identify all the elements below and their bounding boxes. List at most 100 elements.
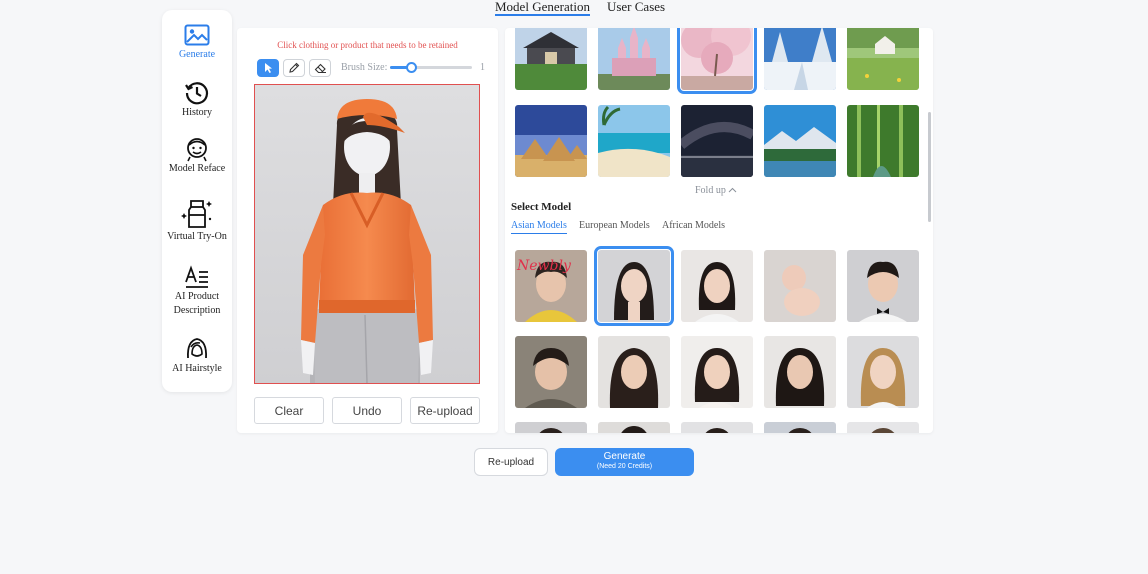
model-portrait: Newbly (515, 250, 587, 322)
meadow-house-scene-thumbnail (847, 28, 919, 90)
retain-hint: Click clothing or product that needs to … (277, 40, 458, 50)
undo-button[interactable]: Undo (332, 397, 402, 424)
background-option-bamboo-forest[interactable] (847, 105, 919, 177)
hair-icon (187, 338, 207, 359)
sidebar-item-label: Generate (178, 49, 216, 60)
model-portrait (847, 250, 919, 322)
panel-scrollbar[interactable] (928, 112, 931, 222)
castle-scene-thumbnail (515, 28, 587, 90)
model-portrait (764, 336, 836, 408)
fold-up-toggle[interactable]: Fold up (695, 185, 737, 196)
garment-canvas[interactable] (254, 84, 480, 384)
bottom-reupload-button[interactable]: Re-upload (474, 448, 548, 476)
sidebar-item-ai-hairstyle[interactable]: AI Hairstyle (162, 336, 232, 376)
sidebar-item-virtual-try-on[interactable]: Virtual Try-On (162, 198, 232, 244)
model-option[interactable] (681, 422, 753, 433)
chevron-up-icon (728, 187, 737, 193)
model-option[interactable] (847, 250, 919, 322)
bamboo-forest-scene-thumbnail (847, 105, 919, 177)
model-option[interactable] (764, 422, 836, 433)
clear-button[interactable]: Clear (254, 397, 324, 424)
background-option-pink-castle[interactable] (598, 28, 670, 90)
tab-african-models[interactable]: African Models (662, 220, 725, 233)
generate-button[interactable]: Generate (Need 20 Credits) (555, 448, 694, 476)
slider-handle[interactable] (405, 62, 417, 73)
brush-size-label: Brush Size: (341, 62, 388, 73)
model-option[interactable] (598, 336, 670, 408)
model-portrait (847, 336, 919, 408)
model-option[interactable]: Newbly (515, 250, 587, 322)
eraser-tool-button[interactable] (309, 59, 331, 77)
background-option-mountain-lake[interactable] (764, 105, 836, 177)
mountain-lake-scene-thumbnail (764, 105, 836, 177)
cherry-blossom-scene-thumbnail (681, 28, 753, 90)
sidebar: Generate History Model Reface Virtual Tr… (162, 10, 232, 392)
model-portrait (598, 422, 670, 433)
brush-size-value: 1 (480, 62, 485, 73)
sidebar-item-label: History (182, 107, 212, 118)
sidebar-item-ai-product-description[interactable]: AI Product Description (162, 264, 232, 318)
sidebar-item-label: AI Product Description (173, 291, 221, 316)
cursor-icon (265, 63, 272, 73)
reupload-button[interactable]: Re-upload (410, 397, 480, 424)
text-icon (185, 265, 208, 288)
model-portrait (598, 336, 670, 408)
eraser-icon (314, 63, 326, 74)
sidebar-item-history[interactable]: History (162, 80, 232, 120)
history-icon (185, 82, 209, 105)
model-option[interactable] (598, 422, 670, 433)
select-model-title: Select Model (511, 201, 572, 213)
image-icon (184, 24, 210, 46)
generate-label: Generate (603, 451, 646, 462)
model-option[interactable] (764, 336, 836, 408)
snow-forest-scene-thumbnail (764, 28, 836, 90)
model-portrait (764, 250, 836, 322)
pencil-icon (289, 62, 300, 73)
sidebar-item-generate[interactable]: Generate (162, 24, 232, 62)
model-portrait (681, 336, 753, 408)
background-option-snow-forest[interactable] (764, 28, 836, 90)
pink-castle-scene-thumbnail (598, 28, 670, 90)
model-portrait (681, 422, 753, 433)
background-option-cherry-blossom[interactable] (677, 28, 757, 94)
brush-size-slider[interactable] (390, 62, 472, 73)
model-portrait (515, 336, 587, 408)
credits-note: (Need 20 Credits) (596, 463, 653, 470)
night-sky-scene-thumbnail (681, 105, 753, 177)
face-icon (187, 138, 207, 162)
clothing-icon (181, 200, 212, 228)
brush-tool-button[interactable] (283, 59, 305, 77)
pyramids-scene-thumbnail (515, 105, 587, 177)
model-portrait (515, 422, 587, 433)
background-option-pyramids[interactable] (515, 105, 587, 177)
model-option[interactable] (847, 336, 919, 408)
background-option-night-sky[interactable] (681, 105, 753, 177)
model-option[interactable] (515, 336, 587, 408)
watermark-text: Newbly (516, 258, 572, 274)
model-option[interactable] (764, 250, 836, 322)
background-option-meadow-house[interactable] (847, 28, 919, 90)
model-option-selected[interactable] (594, 246, 674, 326)
background-option-castle[interactable] (515, 28, 587, 90)
mask-editor-panel: Click clothing or product that needs to … (237, 28, 498, 433)
tab-model-generation[interactable]: Model Generation (495, 0, 590, 16)
fold-up-label: Fold up (695, 185, 726, 196)
sidebar-item-label: Model Reface (168, 163, 226, 174)
background-option-beach[interactable] (598, 105, 670, 177)
model-option[interactable] (681, 336, 753, 408)
model-option[interactable] (847, 422, 919, 433)
model-portrait (681, 250, 753, 322)
sidebar-item-label: Virtual Try-On (167, 231, 227, 242)
tab-european-models[interactable]: European Models (579, 220, 650, 233)
tab-user-cases[interactable]: User Cases (607, 0, 665, 16)
model-option[interactable] (681, 250, 753, 322)
model-option[interactable] (515, 422, 587, 433)
sidebar-item-model-reface[interactable]: Model Reface (162, 136, 232, 176)
mannequin-photo (255, 85, 479, 383)
top-tabs: Model Generation User Cases (495, 0, 665, 16)
template-panel: Fold up Select Model Asian Models Europe… (505, 28, 933, 433)
tab-asian-models[interactable]: Asian Models (511, 220, 567, 234)
beach-scene-thumbnail (598, 105, 670, 177)
select-tool-button[interactable] (257, 59, 279, 77)
model-portrait (847, 422, 919, 433)
